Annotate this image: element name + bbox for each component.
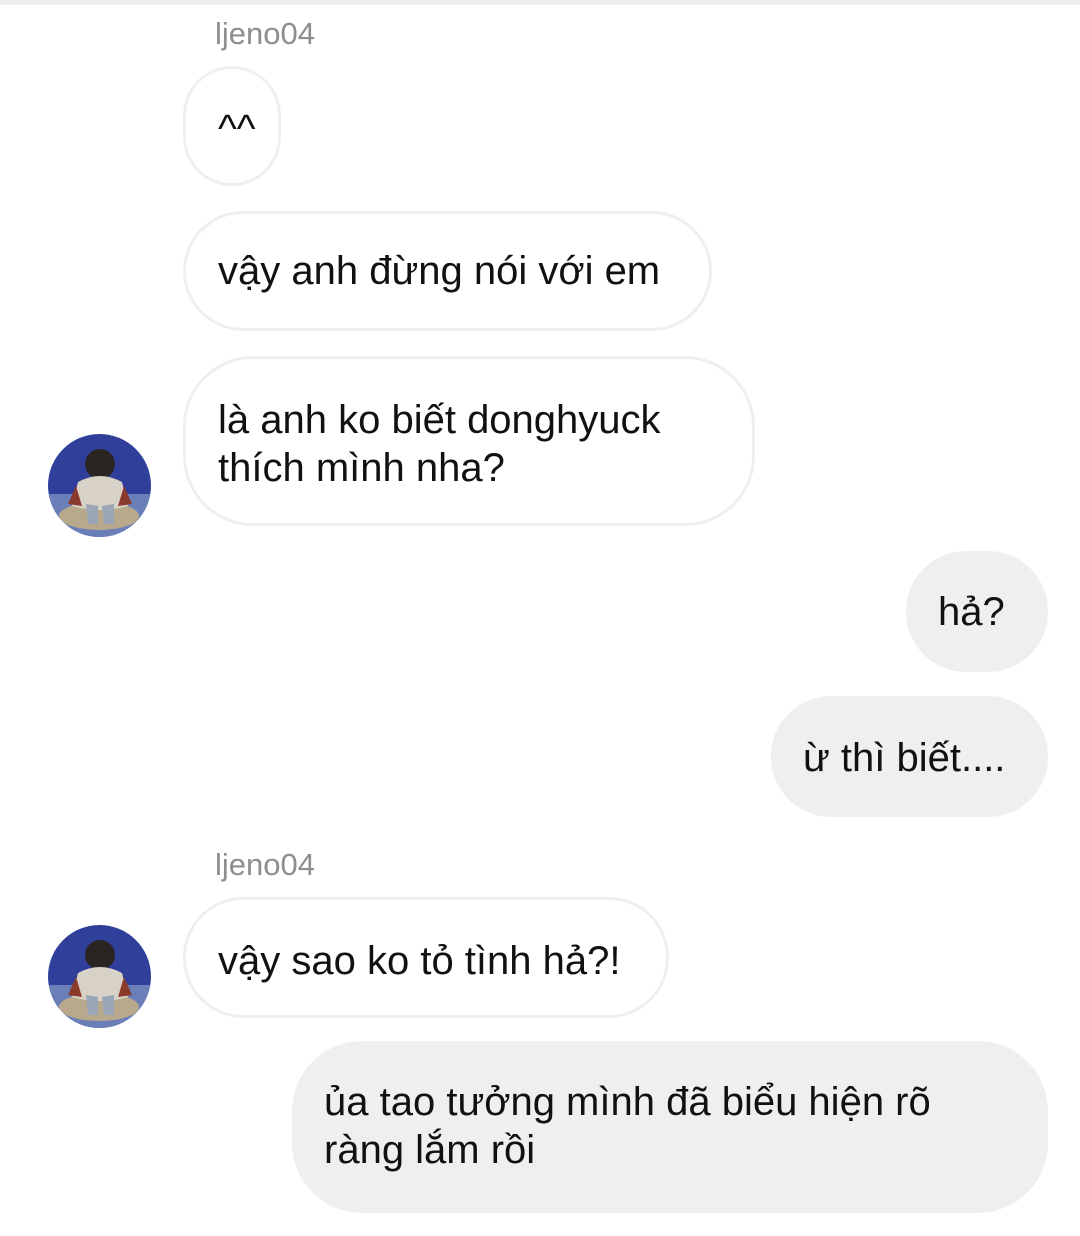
message-text-line: thích mình nha? — [218, 446, 505, 490]
sender-avatar[interactable] — [48, 434, 151, 537]
avatar-photo-icon — [48, 925, 151, 1028]
sender-username[interactable]: ljeno04 — [215, 16, 315, 52]
message-text: vậy anh đừng nói với em — [218, 249, 661, 293]
message-text: hả? — [938, 590, 1005, 634]
incoming-message-bubble[interactable]: là anh ko biết donghyuck thích mình nha? — [183, 356, 755, 526]
message-text: ừ thì biết.... — [803, 736, 1006, 780]
outgoing-message-bubble[interactable]: ủa tao tưởng mình đã biểu hiện rõ ràng l… — [292, 1041, 1048, 1213]
message-text-line: ràng lắm rồi — [324, 1128, 536, 1172]
outgoing-message-bubble[interactable]: hả? — [906, 551, 1048, 672]
incoming-message-bubble[interactable]: vậy sao ko tỏ tình hả?! — [183, 897, 669, 1018]
message-text: vậy sao ko tỏ tình hả?! — [218, 939, 621, 983]
top-divider — [0, 0, 1080, 5]
incoming-message-bubble[interactable]: ^^ — [183, 66, 281, 186]
message-text: ^^ — [218, 107, 256, 151]
message-text-line: là anh ko biết donghyuck — [218, 398, 661, 442]
outgoing-message-bubble[interactable]: ừ thì biết.... — [771, 696, 1048, 817]
sender-username[interactable]: ljeno04 — [215, 847, 315, 883]
incoming-message-bubble[interactable]: vậy anh đừng nói với em — [183, 211, 712, 331]
avatar-photo-icon — [48, 434, 151, 537]
message-text-line: ủa tao tưởng mình đã biểu hiện rõ — [324, 1080, 931, 1124]
sender-avatar[interactable] — [48, 925, 151, 1028]
